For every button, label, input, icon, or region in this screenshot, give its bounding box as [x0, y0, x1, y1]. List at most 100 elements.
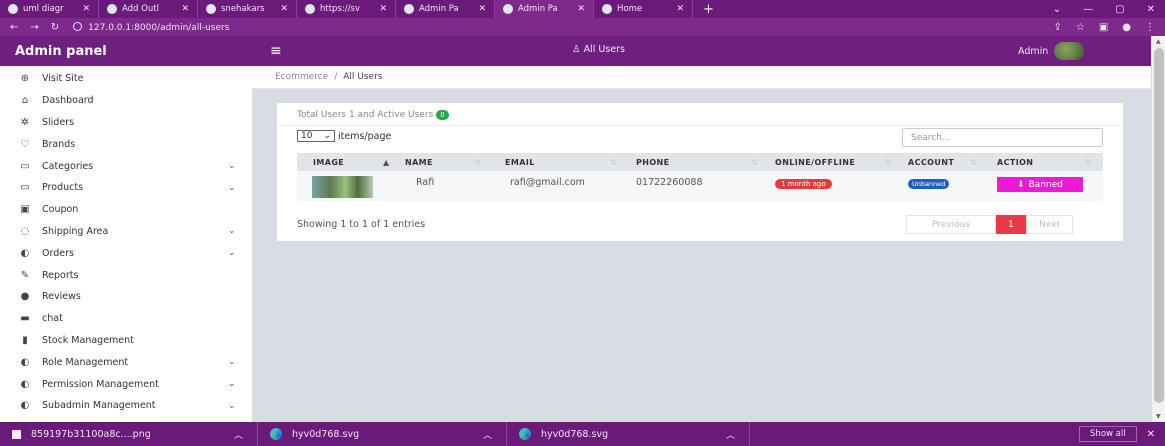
- tab-close-icon[interactable]: ✕: [82, 4, 90, 14]
- sidebar-item[interactable]: ◌ Shipping Area ⌄: [0, 221, 252, 243]
- chevron-down-icon[interactable]: ⌄: [228, 357, 236, 367]
- chevron-down-icon[interactable]: ⌄: [228, 183, 236, 193]
- address-bar: ← → ↻ 127.0.0.1:8000/admin/all-users ⇪ ☆…: [0, 18, 1165, 36]
- url-field[interactable]: 127.0.0.1:8000/admin/all-users: [73, 21, 229, 33]
- chevron-up-icon[interactable]: ︿: [483, 428, 506, 441]
- browser-tab[interactable]: uml diagr ✕: [0, 0, 99, 18]
- tab-favicon-icon: [107, 4, 117, 14]
- breadcrumb-root[interactable]: Ecommerce: [275, 72, 328, 82]
- sort-asc-icon[interactable]: ▲: [383, 158, 390, 167]
- tab-close-icon[interactable]: ✕: [676, 4, 684, 14]
- sidebar-item-label: Visit Site: [42, 73, 84, 85]
- sidebar-item[interactable]: ◐ Subadmin Management ⌄: [0, 395, 252, 417]
- menu-kebab-icon[interactable]: ⋮: [1145, 22, 1155, 33]
- download-item[interactable]: 859197b31100a8c....png ︿: [0, 422, 258, 446]
- scroll-up-icon[interactable]: ▲: [1156, 38, 1161, 45]
- download-item[interactable]: hyv0d768.svg ︿: [258, 422, 507, 446]
- previous-page-button[interactable]: Previous: [906, 215, 996, 234]
- per-page-control: 10 ⌄ items/page: [297, 130, 391, 142]
- sort-icon[interactable]: ⇅: [970, 158, 977, 167]
- hamburger-menu-icon[interactable]: ≡: [270, 43, 282, 59]
- sort-icon[interactable]: ⇅: [475, 158, 482, 167]
- scrollbar-thumb[interactable]: [1154, 48, 1164, 403]
- column-header-name[interactable]: NAME ⇅: [405, 158, 482, 167]
- chevron-down-icon[interactable]: ⌄: [228, 401, 236, 411]
- back-icon[interactable]: ←: [10, 22, 18, 33]
- sidebar-item[interactable]: ✎ Reports: [0, 264, 252, 286]
- browser-tab-active[interactable]: Admin Pa ✕: [495, 0, 594, 18]
- browser-tab[interactable]: Admin Pa ✕: [396, 0, 495, 18]
- sidebar-item[interactable]: ▣ Coupon: [0, 199, 252, 221]
- current-page-button[interactable]: 1: [996, 215, 1026, 234]
- maximize-icon[interactable]: ▢: [1115, 4, 1124, 15]
- forward-icon[interactable]: →: [30, 22, 38, 33]
- chevron-down-icon[interactable]: ⌄: [228, 248, 236, 258]
- show-all-downloads-button[interactable]: Show all: [1079, 426, 1137, 442]
- scroll-down-icon[interactable]: ▼: [1156, 413, 1161, 420]
- column-header-account[interactable]: ACCOUNT ⇅: [908, 158, 977, 167]
- new-tab-button[interactable]: +: [693, 2, 724, 17]
- column-header-image[interactable]: IMAGE ▲: [313, 158, 389, 167]
- column-header-email[interactable]: EMAIL ⇅: [505, 158, 617, 167]
- vertical-scrollbar[interactable]: ▲ ▼: [1151, 36, 1165, 422]
- file-icon: [12, 429, 21, 439]
- sidebar-item[interactable]: ● Reviews: [0, 286, 252, 308]
- sidebar-item[interactable]: ◐ Orders ⌄: [0, 242, 252, 264]
- sidebar-item[interactable]: ◐ Permission Management ⌄: [0, 373, 252, 395]
- search-input[interactable]: Search...: [902, 128, 1103, 147]
- subadmin-icon: ◐: [20, 400, 30, 412]
- tab-close-icon[interactable]: ✕: [577, 4, 585, 14]
- tab-search-icon[interactable]: ⌄: [1053, 4, 1061, 15]
- next-page-button[interactable]: Next: [1026, 215, 1073, 234]
- chevron-down-icon[interactable]: ⌄: [228, 161, 236, 171]
- sort-icon[interactable]: ⇅: [885, 158, 892, 167]
- sidebar-item[interactable]: ⌂ Dashboard: [0, 90, 252, 112]
- column-header-action[interactable]: ACTION ⇅: [997, 158, 1092, 167]
- tab-close-icon[interactable]: ✕: [478, 4, 486, 14]
- chevron-down-icon[interactable]: ⌄: [228, 379, 236, 389]
- close-downloads-icon[interactable]: ✕: [1147, 429, 1155, 440]
- chat-icon: ▬: [20, 313, 30, 325]
- sidebar-item[interactable]: ✲ Sliders: [0, 112, 252, 134]
- per-page-select[interactable]: 10 ⌄: [297, 130, 335, 142]
- tab-close-icon[interactable]: ✕: [181, 4, 189, 14]
- browser-tab[interactable]: https://sv ✕: [297, 0, 396, 18]
- site-info-icon[interactable]: [73, 21, 83, 31]
- column-header-phone[interactable]: PHONE ⇅: [636, 158, 758, 167]
- orders-icon: ◐: [20, 247, 30, 259]
- sidebar-item-label: Reports: [42, 269, 79, 281]
- sidebar-item[interactable]: ▭ Categories ⌄: [0, 155, 252, 177]
- sort-icon[interactable]: ⇅: [610, 158, 617, 167]
- sort-icon[interactable]: ⇅: [1085, 158, 1092, 167]
- browser-tab[interactable]: Add Outl ✕: [99, 0, 198, 18]
- sidebar-item-label: Categories: [42, 160, 94, 172]
- bookmark-star-icon[interactable]: ☆: [1076, 22, 1085, 33]
- tab-close-icon[interactable]: ✕: [379, 4, 387, 14]
- sidebar-item[interactable]: ⊕ Visit Site: [0, 68, 252, 90]
- ban-user-button[interactable]: ⬇ Banned: [997, 177, 1083, 192]
- share-icon[interactable]: ⇪: [1053, 22, 1061, 33]
- sort-icon[interactable]: ⇅: [751, 158, 758, 167]
- chevron-up-icon[interactable]: ︿: [726, 428, 749, 441]
- reload-icon[interactable]: ↻: [51, 22, 59, 33]
- chevron-down-icon[interactable]: ⌄: [228, 226, 236, 236]
- profile-icon[interactable]: ●: [1122, 22, 1131, 33]
- column-header-online[interactable]: ONLINE/OFFLINE ⇅: [775, 158, 892, 167]
- sidebar-item[interactable]: ▬ chat: [0, 308, 252, 330]
- browser-tab[interactable]: snehakars ✕: [198, 0, 297, 18]
- minimize-icon[interactable]: —: [1083, 4, 1093, 15]
- tab-close-icon[interactable]: ✕: [280, 4, 288, 14]
- sidebar-item[interactable]: ▭ Products ⌄: [0, 177, 252, 199]
- sidebar-item-label: Stock Management: [42, 334, 134, 346]
- browser-tab[interactable]: Home ✕: [594, 0, 693, 18]
- chevron-down-icon: ⌄: [323, 131, 331, 141]
- admin-user-menu[interactable]: Admin: [1018, 42, 1085, 60]
- chevron-up-icon[interactable]: ︿: [234, 428, 257, 441]
- sidebar-item[interactable]: ♡ Brands: [0, 133, 252, 155]
- close-window-icon[interactable]: ✕: [1147, 4, 1155, 15]
- sidebar-item[interactable]: ◐ Role Management ⌄: [0, 351, 252, 373]
- download-item[interactable]: hyv0d768.svg ︿: [507, 422, 750, 446]
- sidepanel-icon[interactable]: ▣: [1099, 22, 1108, 33]
- sidebar-item[interactable]: ▮ Stock Management: [0, 330, 252, 352]
- user-email: rafi@gmail.com: [510, 177, 585, 188]
